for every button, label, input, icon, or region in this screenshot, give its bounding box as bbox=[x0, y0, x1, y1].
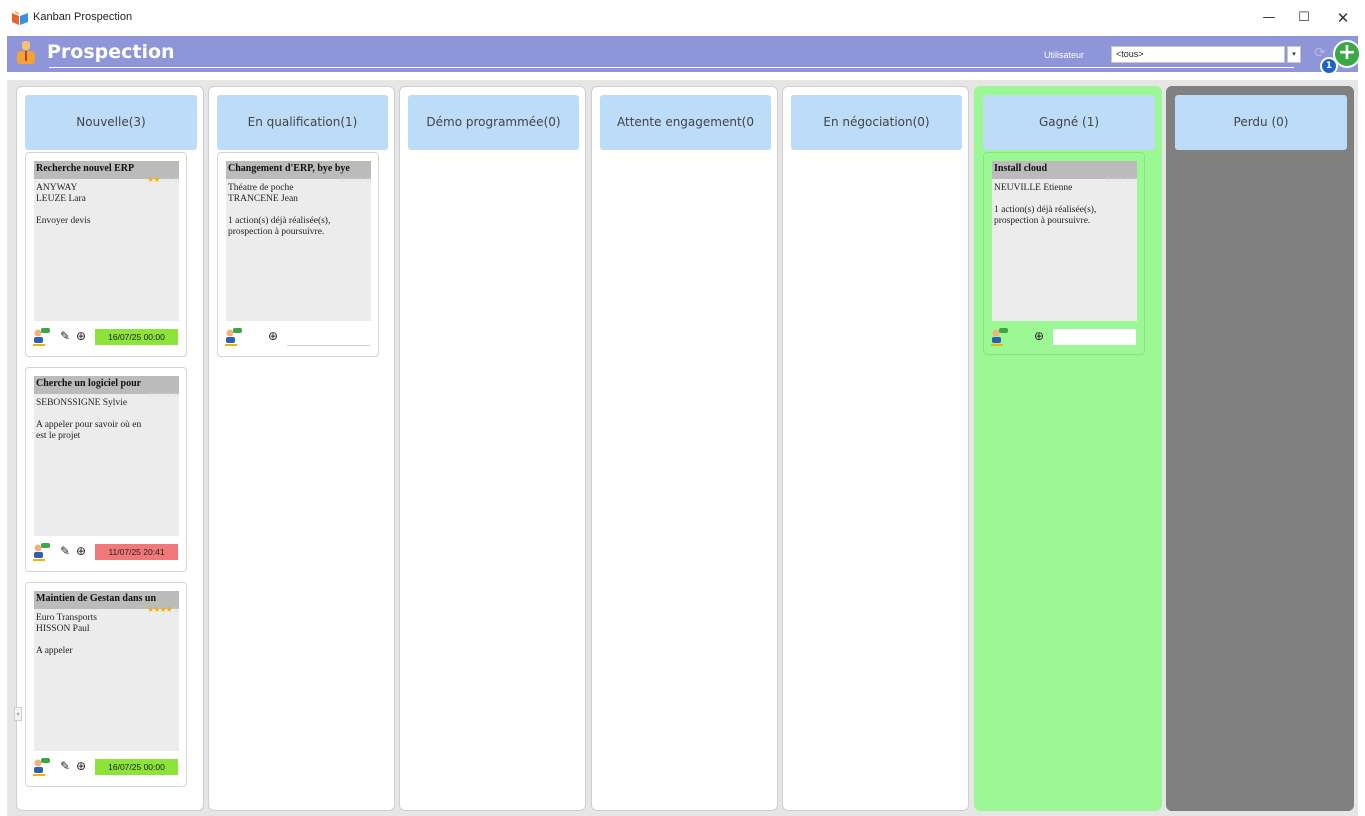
add-action-icon[interactable]: ⊕ bbox=[76, 544, 86, 558]
window-title: Kanban Prospection bbox=[33, 11, 133, 23]
notification-count-badge[interactable]: 1 bbox=[1320, 57, 1338, 75]
edit-pencil-icon[interactable]: ✎ bbox=[60, 759, 70, 773]
kanban-column: Gagné (1) Install cloud ☆☆☆☆☆ NEUVILLE Etie… bbox=[974, 86, 1162, 811]
star-icon[interactable]: ☆ bbox=[172, 390, 179, 399]
contact-avatar-icon[interactable] bbox=[32, 757, 52, 777]
card-text-line: Envoyer devis bbox=[36, 216, 91, 226]
contact-avatar-icon[interactable] bbox=[32, 542, 52, 562]
due-date-badge[interactable]: 16/07/25 00:00 bbox=[95, 329, 178, 345]
star-icon[interactable]: ☆ bbox=[172, 605, 179, 614]
edit-pencil-icon[interactable]: ✎ bbox=[60, 544, 70, 558]
opportunity-card[interactable]: Install cloud ☆☆☆☆☆ NEUVILLE Etienne 1 acti… bbox=[983, 152, 1145, 355]
minimize-button[interactable]: — bbox=[1250, 6, 1288, 30]
card-text-line: ANYWAY bbox=[36, 183, 78, 193]
contact-avatar-icon[interactable] bbox=[32, 327, 52, 347]
user-filter-label: Utilisateur bbox=[1044, 50, 1085, 60]
contact-avatar-icon[interactable] bbox=[224, 327, 244, 347]
card-text-line: 1 action(s) déjà réalisée(s), bbox=[228, 216, 331, 226]
close-button[interactable]: ✕ bbox=[1324, 6, 1362, 30]
card-text-line: A appeler bbox=[36, 646, 73, 656]
kanban-column: En qualification(1) Changement d'ERP, bye… bbox=[208, 86, 395, 811]
column-header[interactable]: Perdu (0) bbox=[1175, 95, 1347, 150]
opportunity-card[interactable]: Cherche un logiciel pour ☆☆☆☆☆ SEBONSSIGNE… bbox=[25, 367, 187, 572]
card-text-line: prospection à poursuivre. bbox=[228, 227, 325, 237]
column-header[interactable]: Gagné (1) bbox=[983, 95, 1155, 150]
page-title: Prospection bbox=[47, 41, 175, 63]
card-text-line: 1 action(s) déjà réalisée(s), bbox=[994, 205, 1097, 215]
rating-stars[interactable]: ★★☆☆☆ bbox=[147, 175, 179, 184]
kanban-column: Attente engagement(0 bbox=[591, 86, 778, 811]
chevron-down-icon[interactable]: ▾ bbox=[1287, 46, 1301, 63]
card-text-line: LEUZE Lara bbox=[36, 194, 86, 204]
card-text-line: Euro Transports bbox=[36, 613, 97, 623]
add-action-icon[interactable]: ⊕ bbox=[76, 759, 86, 773]
kanban-column: Nouvelle(3) Recherche nouvel ERP ★★☆☆☆ ANYW… bbox=[16, 86, 204, 811]
rating-stars[interactable]: ☆☆☆☆☆ bbox=[1105, 175, 1137, 184]
kanban-column: Démo programmée(0) bbox=[399, 86, 586, 811]
opportunity-card[interactable]: Maintien de Gestan dans un ★★★★☆ Euro Tran… bbox=[25, 582, 187, 787]
person-with-tie-icon bbox=[17, 41, 35, 64]
card-footer: ✎ ⊕ 16/07/25 00:00 bbox=[32, 757, 182, 777]
card-body: Recherche nouvel ERP ★★☆☆☆ ANYWAY LEUZE Lar… bbox=[34, 161, 179, 321]
rating-stars[interactable]: ★★★★☆ bbox=[147, 605, 179, 614]
card-footer: ⊕ bbox=[990, 327, 1140, 347]
column-header[interactable]: Attente engagement(0 bbox=[600, 95, 771, 150]
due-date-badge[interactable]: 11/07/25 20:41 bbox=[95, 544, 178, 560]
card-text-line: est le projet bbox=[36, 431, 81, 441]
card-body: Cherche un logiciel pour ☆☆☆☆☆ SEBONSSIGNE… bbox=[34, 376, 179, 536]
rating-stars[interactable]: ☆☆☆☆☆ bbox=[339, 175, 371, 184]
column-header[interactable]: En négociation(0) bbox=[791, 95, 962, 150]
opportunity-card[interactable]: Changement d'ERP, bye bye ☆☆☆☆☆ Théatre de… bbox=[217, 152, 379, 357]
card-footer: ✎ ⊕ 11/07/25 20:41 bbox=[32, 542, 182, 562]
left-collapse-tab[interactable]: ‹ bbox=[14, 707, 22, 721]
contact-avatar-icon[interactable] bbox=[990, 327, 1010, 347]
card-text-line: A appeler pour savoir où en bbox=[36, 420, 142, 430]
page-header: Prospection Utilisateur <tous> ▾ ⟳ bbox=[7, 36, 1358, 72]
column-header[interactable]: Nouvelle(3) bbox=[25, 95, 197, 150]
card-footer: ⊕ bbox=[224, 327, 374, 347]
edit-pencil-icon[interactable]: ✎ bbox=[60, 329, 70, 343]
star-icon[interactable]: ☆ bbox=[1130, 175, 1137, 184]
window-titlebar: Kanban Prospection — ☐ ✕ bbox=[0, 0, 1365, 36]
card-text-line: TRANCENE Jean bbox=[228, 194, 298, 204]
card-text-line: NEUVILLE Etienne bbox=[994, 183, 1073, 193]
title-underline bbox=[49, 67, 1294, 68]
add-action-icon[interactable]: ⊕ bbox=[268, 329, 278, 343]
kanban-column: Perdu (0) bbox=[1166, 86, 1354, 811]
card-body: Maintien de Gestan dans un ★★★★☆ Euro Tran… bbox=[34, 591, 179, 751]
column-header[interactable]: En qualification(1) bbox=[217, 95, 388, 150]
add-action-icon[interactable]: ⊕ bbox=[76, 329, 86, 343]
card-body: Changement d'ERP, bye bye ☆☆☆☆☆ Théatre de… bbox=[226, 161, 371, 321]
rating-stars[interactable]: ☆☆☆☆☆ bbox=[147, 390, 179, 399]
user-filter-select[interactable]: <tous> bbox=[1111, 46, 1285, 63]
card-text-line: SEBONSSIGNE Sylvie bbox=[36, 398, 128, 408]
due-date-badge[interactable]: 16/07/25 00:00 bbox=[95, 759, 178, 775]
kanban-app-icon bbox=[12, 11, 28, 25]
star-icon[interactable]: ☆ bbox=[364, 175, 371, 184]
kanban-column: En négociation(0) bbox=[782, 86, 969, 811]
star-icon[interactable]: ☆ bbox=[172, 175, 179, 184]
maximize-button[interactable]: ☐ bbox=[1285, 6, 1323, 30]
card-text-line: prospection à poursuivre. bbox=[994, 216, 1091, 226]
card-text-line: Théatre de poche bbox=[228, 183, 294, 193]
add-action-icon[interactable]: ⊕ bbox=[1034, 329, 1044, 343]
opportunity-card[interactable]: Recherche nouvel ERP ★★☆☆☆ ANYWAY LEUZE Lar… bbox=[25, 152, 187, 357]
card-body: Install cloud ☆☆☆☆☆ NEUVILLE Etienne 1 acti… bbox=[992, 161, 1137, 321]
column-header[interactable]: Démo programmée(0) bbox=[408, 95, 579, 150]
due-date-badge[interactable] bbox=[1053, 329, 1136, 345]
card-text-line: HISSON Paul bbox=[36, 624, 90, 634]
card-footer: ✎ ⊕ 16/07/25 00:00 bbox=[32, 327, 182, 347]
due-date-placeholder bbox=[287, 345, 370, 346]
